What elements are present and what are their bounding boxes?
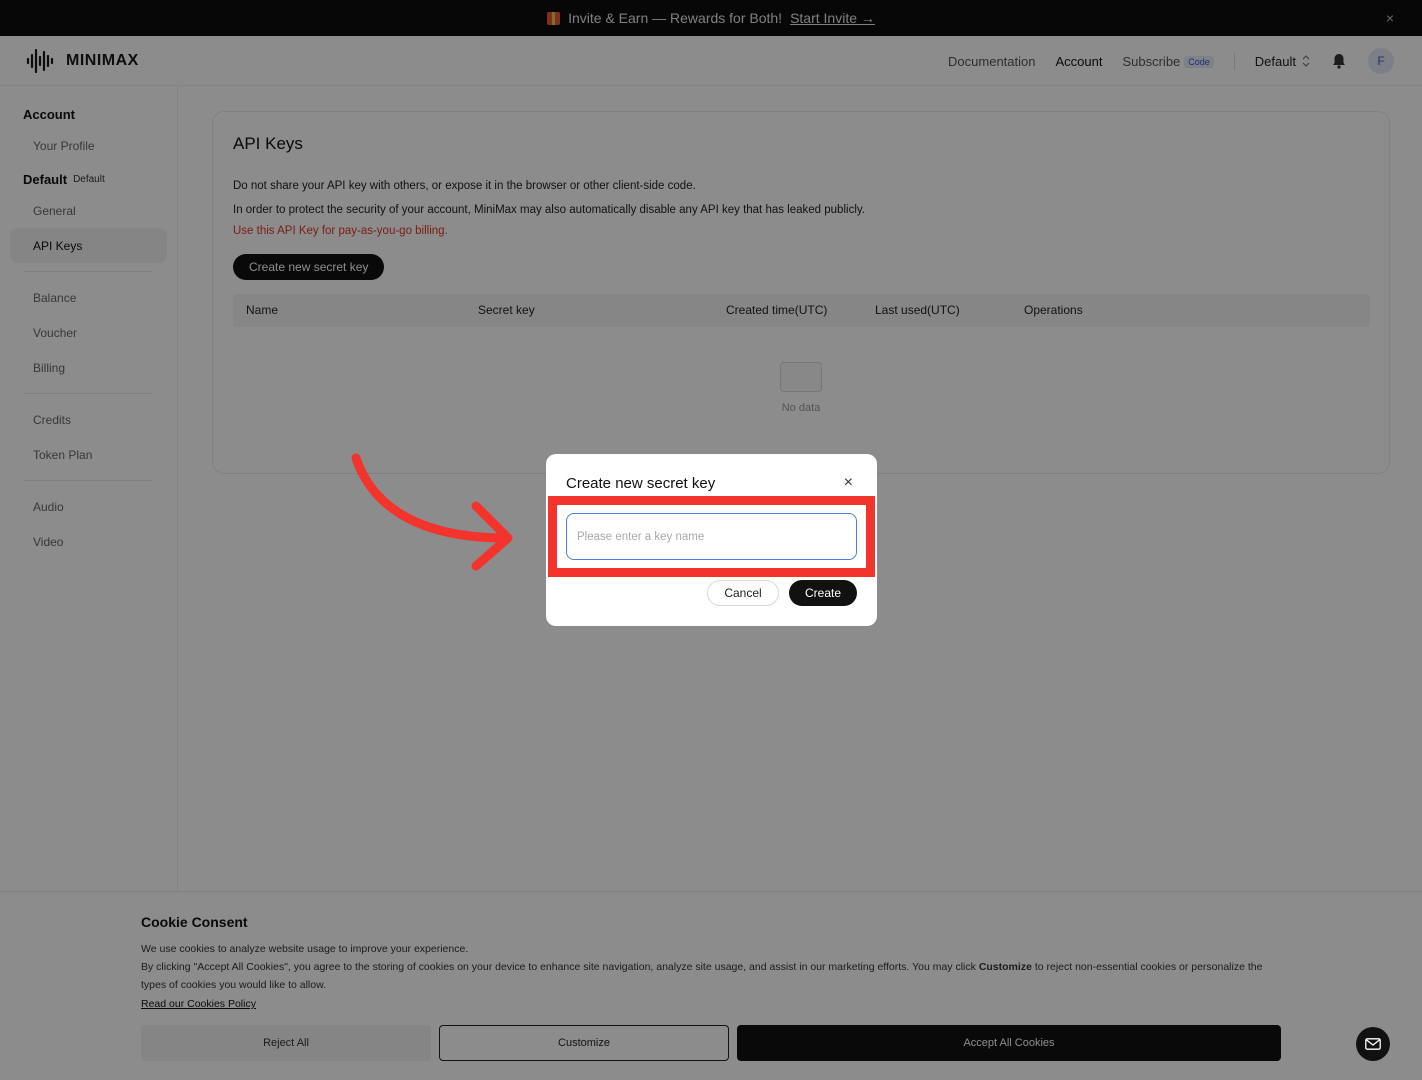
cancel-button[interactable]: Cancel xyxy=(707,580,779,606)
support-mail-button[interactable] xyxy=(1356,1027,1390,1061)
annotation-arrow-icon xyxy=(351,453,513,571)
create-button[interactable]: Create xyxy=(789,580,857,606)
mail-icon xyxy=(1365,1038,1381,1050)
close-icon[interactable]: × xyxy=(844,474,853,492)
key-name-input[interactable] xyxy=(566,513,857,560)
modal-title: Create new secret key xyxy=(566,475,716,492)
